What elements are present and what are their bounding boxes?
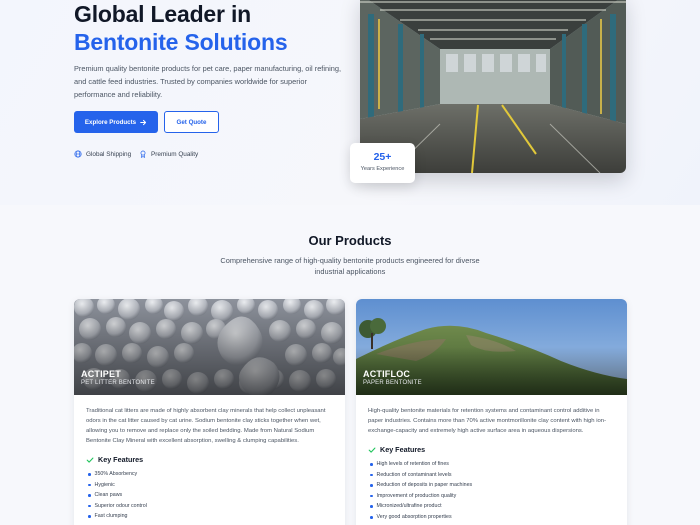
products-title: Our Products — [308, 233, 392, 248]
feature-item: 350% Absorbency — [88, 469, 147, 480]
globe-icon — [74, 150, 82, 158]
key-features-heading: Key Features — [86, 455, 143, 464]
feature-item: Micronized/ultrafine product — [370, 501, 472, 512]
product-card-actifloc[interactable]: ACTIFLOC PAPER BENTONITE High-quality be… — [356, 299, 627, 525]
feature-item: High levels of retention of fines — [370, 459, 472, 470]
products-subtitle: Comprehensive range of high-quality bent… — [220, 256, 480, 276]
feature-item: Very good absorption properties — [370, 512, 472, 523]
badge-label: Global Shipping — [86, 150, 132, 158]
check-icon — [86, 457, 94, 463]
explore-products-button[interactable]: Explore Products — [74, 111, 158, 133]
feature-item: Hygienic — [88, 480, 147, 491]
stat-value: 25+ — [373, 151, 392, 163]
key-features-label: Key Features — [98, 455, 144, 464]
product-card-actipet[interactable]: ACTIPET PET LITTER BENTONITE Traditional… — [74, 299, 345, 525]
stat-label: Years Experience — [360, 166, 405, 172]
hero-title-line2: Bentonite Solutions — [74, 29, 288, 55]
product-description: Traditional cat litters are made of high… — [86, 408, 326, 444]
explore-products-label: Explore Products — [84, 118, 137, 126]
badge-premium-quality: Premium Quality — [139, 150, 198, 158]
product-description: High-quality bentonite materials for ret… — [368, 408, 607, 434]
cat-litter-granules-image: ACTIPET PET LITTER BENTONITE — [74, 299, 345, 395]
product-type: PET LITTER BENTONITE — [81, 380, 155, 386]
product-type: PAPER BENTONITE — [363, 380, 422, 386]
arrow-right-icon — [140, 119, 147, 125]
hero-title: Global Leader in Bentonite Solutions — [74, 0, 288, 56]
feature-item: Reduction of deposits in paper machines — [370, 480, 473, 491]
feature-item: Fast clumping — [88, 511, 147, 522]
feature-item: Superior odour control — [88, 501, 147, 512]
feature-list: 350% Absorbency Hygienic Clean paws Supe… — [88, 469, 147, 522]
product-name: ACTIPET — [81, 369, 121, 379]
feature-list: High levels of retention of fines Reduct… — [370, 459, 473, 523]
feature-item: Improvement of production quality — [370, 491, 472, 502]
get-quote-label: Get Quote — [176, 118, 207, 126]
hero-section: Global Leader in Bentonite Solutions Pre… — [0, 0, 700, 205]
feature-item: Clean paws — [88, 490, 147, 501]
bentonite-hill-image: ACTIFLOC PAPER BENTONITE — [356, 299, 627, 395]
experience-stat-card: 25+ Years Experience — [350, 143, 415, 183]
badge-global-shipping: Global Shipping — [74, 150, 131, 158]
hero-description: Premium quality bentonite products for p… — [74, 64, 342, 99]
award-icon — [140, 150, 146, 158]
get-quote-button[interactable]: Get Quote — [164, 111, 219, 133]
hero-title-line1: Global Leader in — [74, 1, 252, 27]
check-icon — [368, 447, 376, 453]
product-name: ACTIFLOC — [363, 369, 411, 379]
feature-item: Reduction of contaminant levels — [370, 470, 472, 481]
key-features-heading: Key Features — [368, 445, 425, 454]
key-features-label: Key Features — [380, 445, 426, 454]
badge-label: Premium Quality — [151, 150, 199, 158]
